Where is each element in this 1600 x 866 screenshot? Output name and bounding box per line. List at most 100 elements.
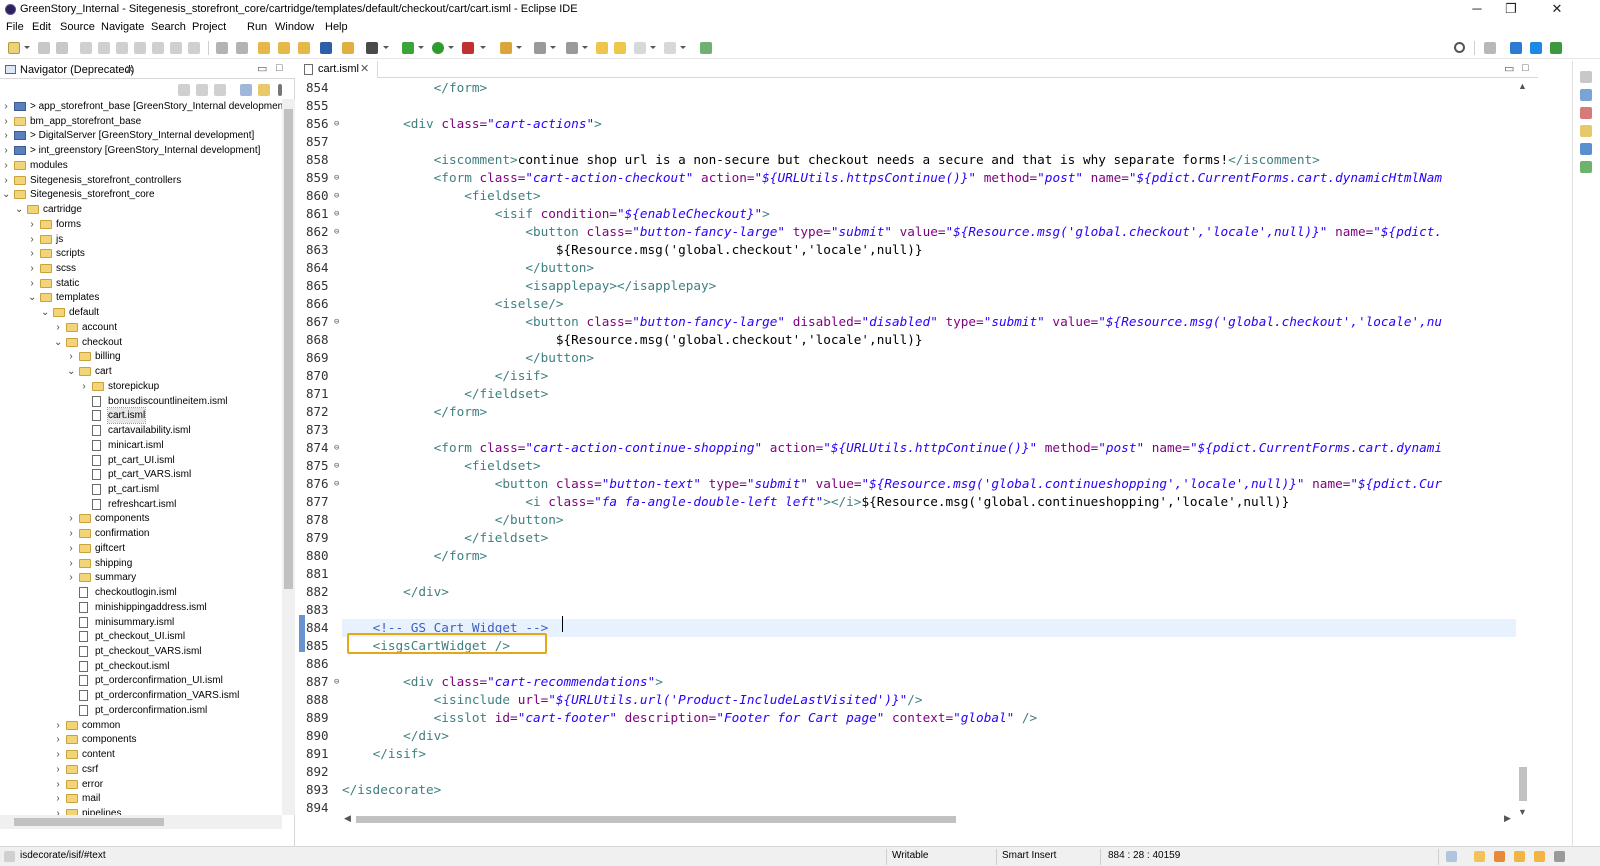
- code-line[interactable]: <isapplepay></isapplepay>: [342, 277, 1516, 295]
- link-with-editor-icon[interactable]: [258, 84, 270, 96]
- code-line[interactable]: </fieldset>: [342, 385, 1516, 403]
- chevron-right-icon[interactable]: ›: [54, 806, 62, 815]
- chevron-right-icon[interactable]: ›: [67, 349, 75, 364]
- problems-icon[interactable]: [1580, 107, 1592, 119]
- code-line[interactable]: ${Resource.msg('global.checkout','locale…: [342, 241, 1516, 259]
- scroll-left-icon[interactable]: ◀: [344, 813, 351, 824]
- code-line[interactable]: [342, 133, 1516, 151]
- tree-item[interactable]: pt_cart_VARS.isml: [0, 467, 282, 482]
- chevron-right-icon[interactable]: ›: [54, 718, 62, 733]
- new-icon[interactable]: [8, 42, 20, 54]
- fold-toggle-icon[interactable]: ⊖: [334, 223, 339, 241]
- menu-project[interactable]: Project: [192, 21, 226, 33]
- tasks-icon[interactable]: [1580, 125, 1592, 137]
- maximize-button[interactable]: ❐: [1494, 0, 1528, 20]
- chevron-right-icon[interactable]: ›: [28, 217, 36, 232]
- chevron-right-icon[interactable]: ›: [54, 732, 62, 747]
- tree-item[interactable]: › modules: [0, 158, 282, 173]
- chevron-down-icon[interactable]: ⌄: [41, 305, 49, 320]
- servers-dropdown-icon[interactable]: [383, 46, 389, 49]
- suspend-icon[interactable]: [98, 42, 110, 54]
- code-line[interactable]: [342, 601, 1516, 619]
- perspective-java-icon[interactable]: [1550, 42, 1562, 54]
- chevron-right-icon[interactable]: ›: [67, 541, 75, 556]
- tree-item[interactable]: ⌄ Sitegenesis_storefront_core: [0, 187, 282, 202]
- tree-item[interactable]: pt_orderconfirmation_UI.isml: [0, 673, 282, 688]
- code-line[interactable]: <button class="button-text" type="submit…: [342, 475, 1516, 493]
- forward-icon[interactable]: [664, 42, 676, 54]
- terminate-icon[interactable]: [116, 42, 128, 54]
- step-over-icon[interactable]: [170, 42, 182, 54]
- chevron-right-icon[interactable]: ›: [67, 556, 75, 571]
- minimize-button[interactable]: ─: [1460, 0, 1494, 20]
- tree-item[interactable]: minishippingaddress.isml: [0, 600, 282, 615]
- navigator-tab[interactable]: Navigator (Deprecated) ✕ ▭ □: [0, 61, 295, 79]
- code-line[interactable]: <isinclude url="${URLUtils.url('Product-…: [342, 691, 1516, 709]
- tree-item[interactable]: ⌄ checkout: [0, 335, 282, 350]
- fold-toggle-icon[interactable]: ⊖: [334, 205, 339, 223]
- scroll-down-icon[interactable]: ▼: [1518, 807, 1527, 817]
- code-line[interactable]: [342, 97, 1516, 115]
- code-line[interactable]: <iscomment>continue shop url is a non-se…: [342, 151, 1516, 169]
- tree-item[interactable]: › bm_app_storefront_base: [0, 114, 282, 129]
- open-perspective-icon[interactable]: [1484, 42, 1496, 54]
- perspective-debug-icon[interactable]: [1510, 42, 1522, 54]
- drop-frame-icon[interactable]: [236, 42, 248, 54]
- editor-horizontal-scrollbar[interactable]: ◀ ▶: [342, 812, 1516, 826]
- fold-toggle-icon[interactable]: ⊖: [334, 439, 339, 457]
- code-line[interactable]: </div>: [342, 583, 1516, 601]
- tree-item[interactable]: › mail: [0, 791, 282, 806]
- skip-breakpoints-icon[interactable]: [80, 42, 92, 54]
- code-line[interactable]: ${Resource.msg('global.checkout','locale…: [342, 331, 1516, 349]
- navigator-horizontal-scrollbar[interactable]: [0, 815, 282, 829]
- open-type-icon[interactable]: [342, 42, 354, 54]
- chevron-right-icon[interactable]: ›: [2, 158, 10, 173]
- step-return-icon[interactable]: [188, 42, 200, 54]
- tree-item[interactable]: ⌄ templates: [0, 290, 282, 305]
- fold-toggle-icon[interactable]: ⊖: [334, 673, 339, 691]
- code-line[interactable]: <fieldset>: [342, 187, 1516, 205]
- chevron-right-icon[interactable]: ›: [54, 777, 62, 792]
- next-annotation-icon[interactable]: [534, 42, 546, 54]
- tree-item[interactable]: pt_cart_UI.isml: [0, 453, 282, 468]
- tree-item[interactable]: › common: [0, 718, 282, 733]
- tree-item[interactable]: pt_orderconfirmation_VARS.isml: [0, 688, 282, 703]
- chevron-right-icon[interactable]: ›: [54, 762, 62, 777]
- tree-item[interactable]: › content: [0, 747, 282, 762]
- outline-icon[interactable]: [1580, 89, 1592, 101]
- run-dropdown-icon[interactable]: [448, 46, 454, 49]
- close-button[interactable]: ✕: [1540, 0, 1574, 20]
- external-tools-dropdown-icon[interactable]: [516, 46, 522, 49]
- tree-item[interactable]: › csrf: [0, 762, 282, 777]
- tree-item[interactable]: › > app_storefront_base [GreenStory_Inter…: [0, 99, 282, 114]
- navigator-vertical-scrollbar[interactable]: [282, 99, 295, 815]
- code-line[interactable]: [342, 655, 1516, 673]
- code-line[interactable]: <div class="cart-recommendations">: [342, 673, 1516, 691]
- tree-item[interactable]: › confirmation: [0, 526, 282, 541]
- restore-icon[interactable]: [1580, 71, 1592, 83]
- code-line[interactable]: <form class="cart-action-checkout" actio…: [342, 169, 1516, 187]
- debug-icon[interactable]: [402, 42, 414, 54]
- chevron-right-icon[interactable]: ›: [28, 261, 36, 276]
- code-line[interactable]: </form>: [342, 79, 1516, 97]
- servers-icon[interactable]: [366, 42, 378, 54]
- back-icon[interactable]: [634, 42, 646, 54]
- use-step-filters-icon[interactable]: [216, 42, 228, 54]
- back-dropdown-icon[interactable]: [650, 46, 656, 49]
- tree-item[interactable]: › error: [0, 777, 282, 792]
- chevron-down-icon[interactable]: ⌄: [2, 187, 10, 202]
- code-line[interactable]: <fieldset>: [342, 457, 1516, 475]
- code-line[interactable]: <div class="cart-actions">: [342, 115, 1516, 133]
- tree-item[interactable]: ⌄ cartridge: [0, 202, 282, 217]
- chevron-right-icon[interactable]: ›: [2, 143, 10, 158]
- chevron-right-icon[interactable]: ›: [80, 379, 88, 394]
- tree-item[interactable]: › Sitegenesis_storefront_controllers: [0, 173, 282, 188]
- tree-item[interactable]: › summary: [0, 570, 282, 585]
- code-line[interactable]: </isdecorate>: [342, 781, 1516, 799]
- previous-annotation-icon[interactable]: [566, 42, 578, 54]
- code-line[interactable]: <i class="fa fa-angle-double-left left">…: [342, 493, 1516, 511]
- tree-item[interactable]: › scripts: [0, 246, 282, 261]
- tree-item[interactable]: › shipping: [0, 556, 282, 571]
- code-line[interactable]: <isslot id="cart-footer" description="Fo…: [342, 709, 1516, 727]
- code-line[interactable]: </div>: [342, 727, 1516, 745]
